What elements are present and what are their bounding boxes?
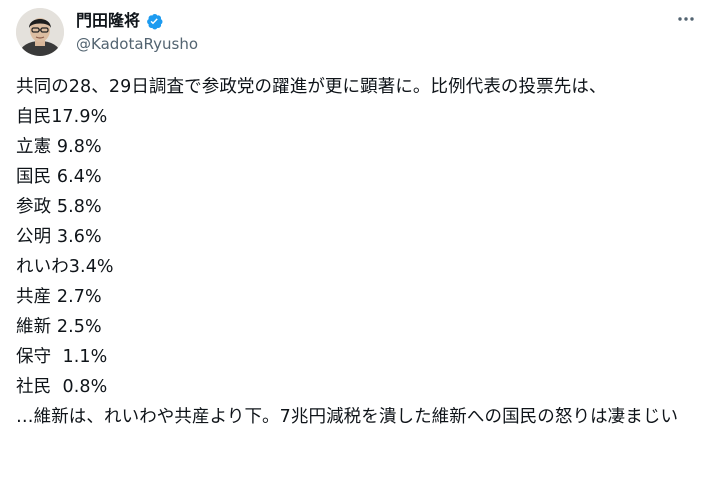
result-line: 自民17.9% <box>16 107 108 127</box>
result-line: 維新 2.5% <box>16 317 102 337</box>
tweet: 門田隆将 @KadotaRyusho 共同の28、29日調査で参政党の躍進が更に… <box>0 0 716 477</box>
more-horizontal-icon <box>678 17 694 21</box>
tweet-outro: …維新は、れいわや共産より下。7兆円減税を潰した維新への国民の怒りは凄まじい <box>16 407 679 427</box>
avatar[interactable] <box>16 8 64 56</box>
user-handle[interactable]: @KadotaRyusho <box>76 34 198 54</box>
tweet-intro: 共同の28、29日調査で参政党の躍進が更に顕著に。比例代表の投票先は、 <box>16 77 607 97</box>
verified-badge-icon[interactable] <box>144 11 164 31</box>
result-line: 国民 6.4% <box>16 167 102 187</box>
result-line: 共産 2.7% <box>16 287 102 307</box>
tweet-text: 共同の28、29日調査で参政党の躍進が更に顕著に。比例代表の投票先は、 自民17… <box>16 72 706 432</box>
name-row: 門田隆将 <box>76 10 198 32</box>
result-line: 社民 0.8% <box>16 377 108 397</box>
avatar-photo-icon <box>16 8 64 56</box>
result-line: 公明 3.6% <box>16 227 102 247</box>
result-line: れいわ3.4% <box>16 257 114 277</box>
result-line: 保守 1.1% <box>16 347 108 367</box>
user-block: 門田隆将 @KadotaRyusho <box>76 10 198 54</box>
result-line: 立憲 9.8% <box>16 137 102 157</box>
display-name[interactable]: 門田隆将 <box>76 11 140 31</box>
more-options-button[interactable] <box>672 8 700 30</box>
result-line: 参政 5.8% <box>16 197 102 217</box>
